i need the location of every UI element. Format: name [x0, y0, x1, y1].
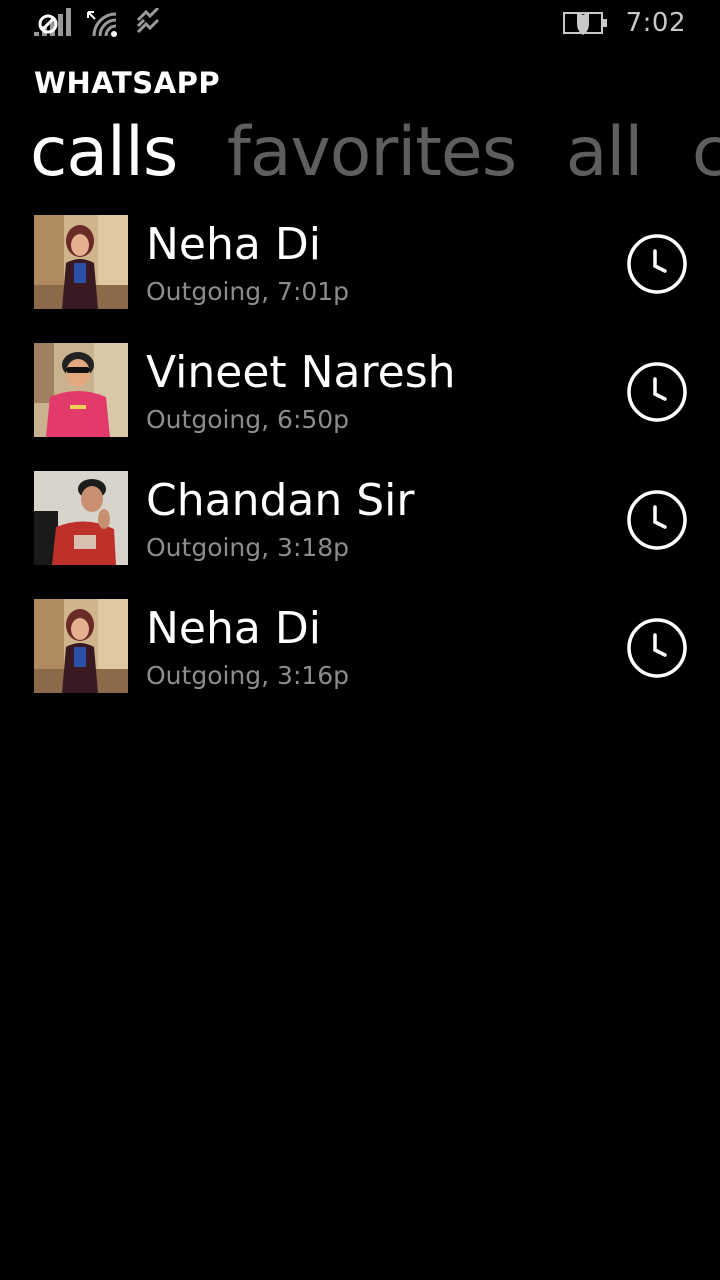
status-time: 7:02 [625, 8, 686, 38]
screen: 7:02 WHATSAPP calls favorites all chats [0, 0, 720, 1280]
contact-name: Chandan Sir [146, 475, 415, 526]
avatar[interactable] [34, 471, 128, 565]
tab-all[interactable]: all [566, 108, 643, 198]
tab-chats[interactable]: chats [692, 108, 720, 198]
contact-name: Vineet Naresh [146, 347, 456, 398]
call-item[interactable]: Vineet Naresh Outgoing, 6:50p [0, 343, 720, 471]
tab-calls[interactable]: calls [30, 108, 178, 198]
call-detail: Outgoing, 7:01p [146, 277, 350, 306]
avatar[interactable] [34, 343, 128, 437]
contact-name: Neha Di [146, 219, 321, 270]
app-title: WHATSAPP [34, 66, 221, 100]
call-detail: Outgoing, 6:50p [146, 405, 350, 434]
wifi-icon [86, 8, 120, 42]
status-bar: 7:02 [0, 0, 720, 50]
signal-icon [32, 8, 74, 42]
call-list: Neha Di Outgoing, 7:01p Vineet Naresh Ou… [0, 215, 720, 727]
clock-icon[interactable] [626, 233, 688, 295]
call-item[interactable]: Neha Di Outgoing, 3:16p [0, 599, 720, 727]
pivot-header: calls favorites all chats [30, 108, 720, 198]
clock-icon[interactable] [626, 617, 688, 679]
clock-icon[interactable] [626, 361, 688, 423]
avatar[interactable] [34, 215, 128, 309]
call-item[interactable]: Neha Di Outgoing, 7:01p [0, 215, 720, 343]
call-item[interactable]: Chandan Sir Outgoing, 3:18p [0, 471, 720, 599]
battery-saver-icon [562, 8, 610, 42]
call-detail: Outgoing, 3:18p [146, 533, 350, 562]
tab-favorites[interactable]: favorites [227, 108, 517, 198]
contact-name: Neha Di [146, 603, 321, 654]
avatar[interactable] [34, 599, 128, 693]
data-sync-icon [134, 6, 162, 42]
clock-icon[interactable] [626, 489, 688, 551]
call-detail: Outgoing, 3:16p [146, 661, 350, 690]
